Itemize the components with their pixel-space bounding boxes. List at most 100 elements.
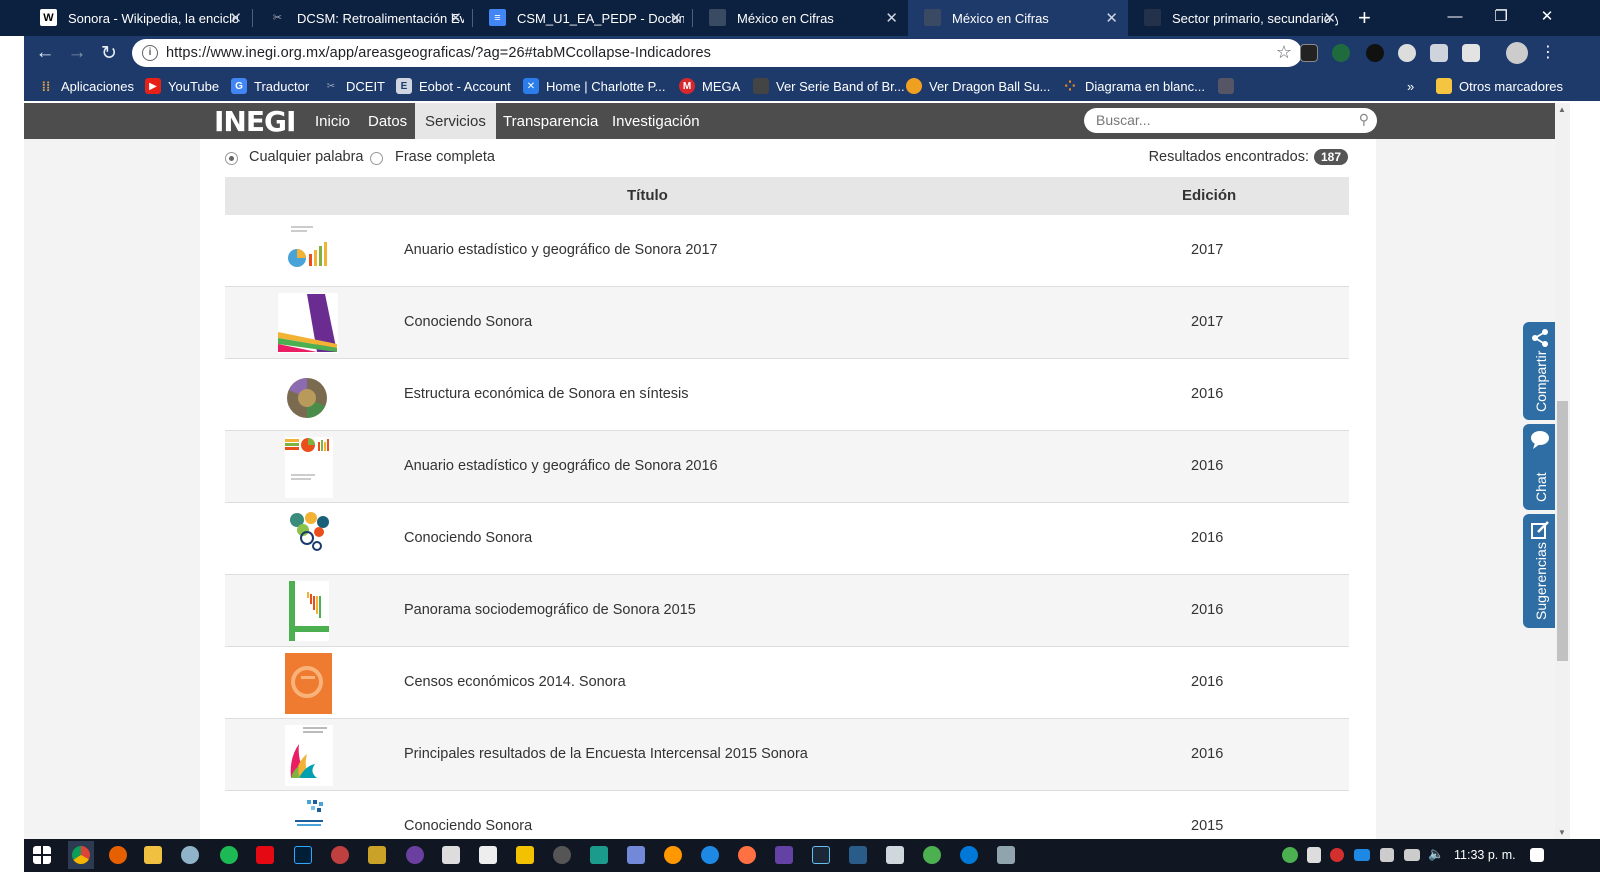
restore-button[interactable]: ❐ xyxy=(1478,0,1524,32)
firefox-icon[interactable] xyxy=(109,846,127,864)
conociendo-2017-thumbnail[interactable] xyxy=(277,292,339,354)
app-icon[interactable] xyxy=(997,846,1015,864)
close-tab-icon[interactable]: ✕ xyxy=(669,9,682,27)
back-icon[interactable]: ← xyxy=(32,40,58,66)
app-icon[interactable] xyxy=(553,846,571,864)
browser-tab[interactable]: ✂ DCSM: Retroalimentación Evi ✕ xyxy=(253,0,472,36)
bookmark-mega[interactable]: M MEGA xyxy=(679,77,740,95)
taskbar-clock[interactable]: 11:33 p. m. xyxy=(1454,848,1516,862)
app-icon[interactable] xyxy=(516,846,534,864)
chrome-icon[interactable] xyxy=(72,846,90,864)
bookmark-traductor[interactable]: G Traductor xyxy=(231,77,309,95)
store-icon[interactable] xyxy=(479,846,497,864)
nav-transparencia[interactable]: Transparencia xyxy=(493,103,608,139)
bookmark-unlabeled[interactable] xyxy=(1218,77,1241,95)
close-window-button[interactable]: ✕ xyxy=(1524,0,1570,32)
scrollbar-thumb[interactable] xyxy=(1557,401,1568,661)
row-title[interactable]: Anuario estadístico y geográfico de Sono… xyxy=(404,458,718,474)
shield-icon[interactable] xyxy=(1307,847,1321,863)
info-icon[interactable]: i xyxy=(142,45,158,61)
new-tab-button[interactable]: + xyxy=(1358,5,1371,31)
browser-tab[interactable]: Sector primario, secundario y ✕ xyxy=(1128,0,1346,36)
app-icon[interactable] xyxy=(849,846,867,864)
close-tab-icon[interactable]: ✕ xyxy=(449,9,462,27)
table-row[interactable]: Panorama sociodemográfico de Sonora 2015… xyxy=(225,575,1349,647)
bookmark-dceit[interactable]: ✂ DCEIT xyxy=(323,77,385,95)
anuario-2017-thumbnail[interactable] xyxy=(277,220,339,282)
app-icon[interactable] xyxy=(923,846,941,864)
network-icon[interactable] xyxy=(1404,849,1420,861)
bookmark-apps[interactable]: ⁞⁞ Aplicaciones xyxy=(38,77,134,95)
edge-icon[interactable] xyxy=(960,846,978,864)
bookmark-charlotte[interactable]: ✕ Home | Charlotte P... xyxy=(523,77,665,95)
netflix-icon[interactable] xyxy=(256,846,274,864)
app-icon[interactable] xyxy=(738,846,756,864)
extension-icon[interactable] xyxy=(1398,44,1416,62)
estructura-thumbnail[interactable] xyxy=(277,364,339,426)
scroll-down-arrow-icon[interactable]: ▼ xyxy=(1558,828,1566,837)
other-bookmarks[interactable]: Otros marcadores xyxy=(1436,77,1563,95)
row-title[interactable]: Conociendo Sonora xyxy=(404,818,532,834)
file-explorer-icon[interactable] xyxy=(144,846,162,864)
mail-icon[interactable] xyxy=(442,846,460,864)
conociendo-2015-thumbnail[interactable] xyxy=(277,796,339,839)
intercensal-thumbnail[interactable] xyxy=(277,724,339,786)
url-text[interactable]: https://www.inegi.org.mx/app/areasgeogra… xyxy=(166,45,711,61)
table-row[interactable]: Anuario estadístico y geográfico de Sono… xyxy=(225,431,1349,503)
app-icon[interactable] xyxy=(701,846,719,864)
scroll-up-arrow-icon[interactable]: ▲ xyxy=(1558,105,1566,114)
table-row[interactable]: Conociendo Sonora 2017 xyxy=(225,287,1349,359)
table-row[interactable]: Principales resultados de la Encuesta In… xyxy=(225,719,1349,791)
tray-icon[interactable] xyxy=(1330,848,1344,862)
table-row[interactable]: Estructura económica de Sonora en síntes… xyxy=(225,359,1349,431)
nav-investigacion[interactable]: Investigación xyxy=(602,103,710,139)
extension-icon[interactable] xyxy=(1462,44,1480,62)
tray-icon[interactable] xyxy=(1282,847,1298,863)
menu-icon[interactable]: ⋮ xyxy=(1540,42,1556,62)
app-icon[interactable] xyxy=(406,846,424,864)
nav-servicios[interactable]: Servicios xyxy=(415,103,496,139)
app-icon[interactable] xyxy=(181,846,199,864)
volume-icon[interactable]: 🔈 xyxy=(1428,846,1444,862)
row-title[interactable]: Estructura económica de Sonora en síntes… xyxy=(404,386,689,402)
nav-datos[interactable]: Datos xyxy=(358,103,417,139)
steam-icon[interactable] xyxy=(812,846,830,864)
search-input[interactable] xyxy=(1096,112,1336,128)
table-row[interactable]: Anuario estadístico y geográfico de Sono… xyxy=(225,215,1349,287)
minimize-button[interactable]: — xyxy=(1432,0,1478,32)
tray-icon[interactable] xyxy=(1380,848,1394,862)
row-title[interactable]: Panorama sociodemográfico de Sonora 2015 xyxy=(404,602,696,618)
profile-avatar[interactable] xyxy=(1506,42,1528,64)
spotify-icon[interactable] xyxy=(220,846,238,864)
nav-inicio[interactable]: Inicio xyxy=(305,103,360,139)
record-extension-icon[interactable] xyxy=(1366,44,1384,62)
anuario-2016-thumbnail[interactable] xyxy=(277,436,339,498)
row-title[interactable]: Censos económicos 2014. Sonora xyxy=(404,674,626,690)
radio-any-word[interactable] xyxy=(225,152,238,165)
bookmark-eobot[interactable]: E Eobot - Account xyxy=(396,77,511,95)
app-icon[interactable] xyxy=(664,846,682,864)
row-title[interactable]: Principales resultados de la Encuesta In… xyxy=(404,746,808,762)
browser-tab-active[interactable]: México en Cifras ✕ xyxy=(908,0,1128,36)
close-tab-icon[interactable]: ✕ xyxy=(229,9,242,27)
browser-tab[interactable]: W Sonora - Wikipedia, la enciclo ✕ xyxy=(24,0,252,36)
page-scrollbar[interactable]: ▲ ▼ xyxy=(1555,103,1570,839)
windows-start-icon[interactable] xyxy=(33,846,51,864)
bookmark-dragon-ball[interactable]: Ver Dragon Ball Su... xyxy=(906,77,1050,95)
tray-icon[interactable] xyxy=(1354,849,1370,861)
app-icon[interactable] xyxy=(368,846,386,864)
app-icon[interactable] xyxy=(886,846,904,864)
column-header-edition[interactable]: Edición xyxy=(1182,187,1236,204)
twitch-icon[interactable] xyxy=(775,846,793,864)
discord-icon[interactable] xyxy=(627,846,645,864)
reload-icon[interactable]: ↻ xyxy=(96,40,122,66)
table-row[interactable]: Censos económicos 2014. Sonora 2016 xyxy=(225,647,1349,719)
close-tab-icon[interactable]: ✕ xyxy=(1323,9,1336,27)
extension-icon[interactable] xyxy=(1430,44,1448,62)
recycle-extension-icon[interactable] xyxy=(1332,44,1350,62)
photoshop-icon[interactable] xyxy=(294,846,312,864)
table-row[interactable]: Conociendo Sonora 2015 xyxy=(225,791,1349,839)
table-row[interactable]: Conociendo Sonora 2016 xyxy=(225,503,1349,575)
chat-tab[interactable]: Chat xyxy=(1523,424,1555,510)
row-title[interactable]: Conociendo Sonora xyxy=(404,314,532,330)
